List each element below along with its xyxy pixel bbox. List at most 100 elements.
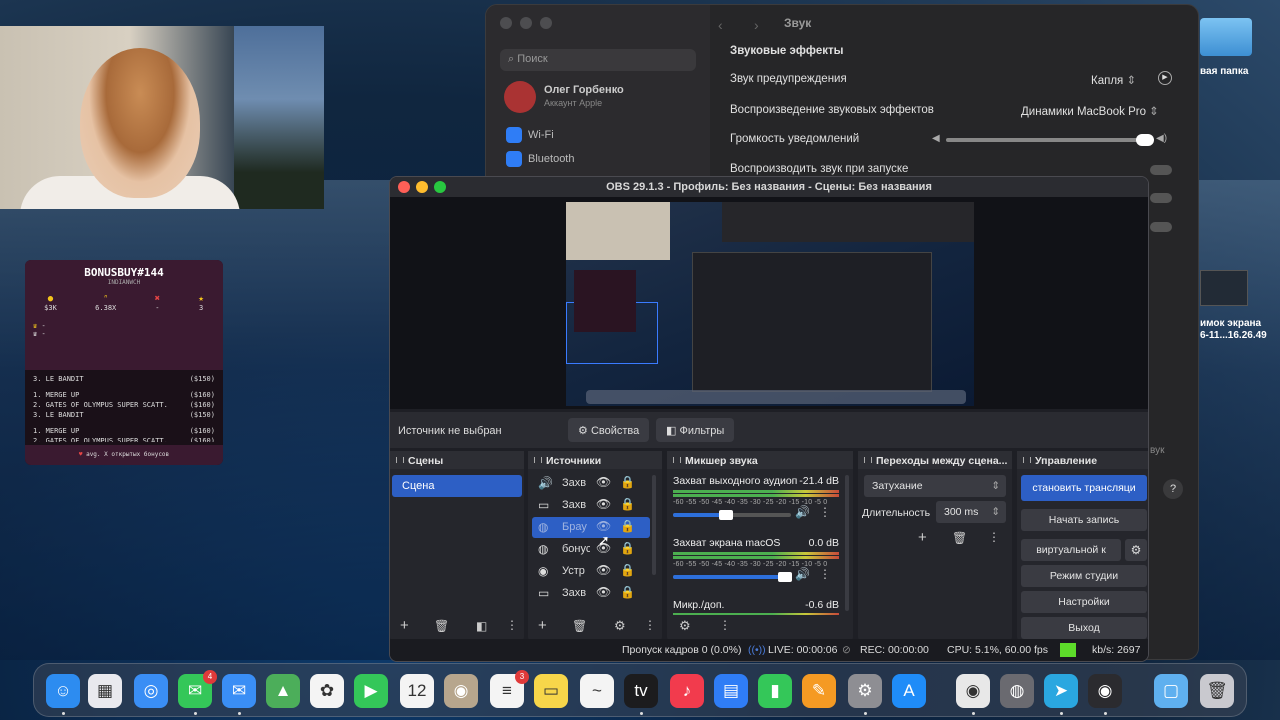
close-button[interactable] <box>500 17 512 29</box>
slider-knob[interactable] <box>1136 134 1154 146</box>
user-account[interactable]: Аккаунт Apple <box>544 98 602 108</box>
sidebar-item-bluetooth[interactable]: Bluetooth <box>506 151 574 167</box>
eye-icon[interactable]: 👁 <box>596 519 611 533</box>
music-icon[interactable]: ♪ <box>670 674 704 708</box>
close-button[interactable] <box>398 181 410 193</box>
source-item[interactable]: ▭ Захв 👁 🔒 <box>532 495 650 516</box>
lock-icon[interactable]: 🔒 <box>620 497 635 511</box>
more-icon[interactable]: ⋮ <box>819 505 831 519</box>
source-item[interactable]: ◉ Устр 👁 🔒 <box>532 561 650 582</box>
record-button[interactable]: Начать запись <box>1021 509 1147 531</box>
filters-button[interactable]: ◧ Фильтры <box>656 418 735 442</box>
more-icon[interactable]: ⋮ <box>719 618 731 632</box>
minimize-button[interactable] <box>520 17 532 29</box>
gear-icon[interactable]: ⚙ <box>614 618 626 634</box>
disk-utility-icon[interactable]: ◍ <box>1000 674 1034 708</box>
lock-icon[interactable]: 🔒 <box>620 519 635 533</box>
notification-volume-slider[interactable] <box>946 138 1148 142</box>
exit-button[interactable]: Выход <box>1021 617 1147 639</box>
virtual-camera-button[interactable]: виртуальной к <box>1021 539 1121 561</box>
notes-icon[interactable]: ▭ <box>534 674 568 708</box>
settings-search-input[interactable]: ⌕ Поиск <box>500 49 696 71</box>
numbers-icon[interactable]: ▮ <box>758 674 792 708</box>
user-name[interactable]: Олег Горбенко <box>544 84 624 96</box>
startup-sound-toggle[interactable] <box>1150 165 1172 175</box>
more-icon[interactable]: ⋮ <box>819 567 831 581</box>
keynote-icon[interactable]: ▤ <box>714 674 748 708</box>
photos-icon[interactable]: ✿ <box>310 674 344 708</box>
system-settings-icon[interactable]: ⚙ <box>848 674 882 708</box>
downloads-folder-icon[interactable]: ▢ <box>1154 674 1188 708</box>
launchpad-icon[interactable]: ▦ <box>88 674 122 708</box>
zoom-button[interactable] <box>540 17 552 29</box>
toggle[interactable] <box>1150 222 1172 232</box>
back-button[interactable]: ‹ <box>718 17 723 33</box>
more-icon[interactable]: ⋮ <box>506 618 518 632</box>
preview-area[interactable] <box>390 197 1148 409</box>
messages-icon[interactable]: ✉ 4 <box>178 670 217 708</box>
advanced-audio-icon[interactable]: ⚙ <box>679 618 691 634</box>
safari-icon[interactable]: ◎ <box>134 674 168 708</box>
facetime-icon[interactable]: ▶ <box>354 674 388 708</box>
trash-icon[interactable]: 🗑 <box>572 619 587 633</box>
desktop-screenshot-date[interactable]: 6-11...16.26.49 <box>1200 330 1267 341</box>
telegram-icon[interactable]: ➤ <box>1044 674 1078 708</box>
contacts-icon[interactable]: ◉ <box>444 674 478 708</box>
scrollbar[interactable] <box>845 475 849 611</box>
duration-input[interactable]: 300 ms ⇕ <box>936 501 1006 523</box>
mail-icon[interactable]: ✉ <box>222 674 256 708</box>
eye-icon[interactable]: 👁 <box>596 585 611 599</box>
calendar-icon[interactable]: 12 <box>400 674 434 708</box>
desktop-screenshot-label[interactable]: имок экрана <box>1200 318 1261 329</box>
source-item-selected[interactable]: ◍ Брау 👁 🔒 <box>532 517 650 538</box>
trash-icon[interactable]: 🗑 <box>1200 674 1234 708</box>
source-item[interactable]: ◍ бонус 👁 🔒 <box>532 539 650 560</box>
lock-icon[interactable]: 🔒 <box>620 541 635 555</box>
lock-icon[interactable]: 🔒 <box>620 563 635 577</box>
scene-item[interactable]: Сцена <box>392 475 522 497</box>
sidebar-item-wifi[interactable]: Wi-Fi <box>506 127 554 143</box>
studio-mode-button[interactable]: Режим студии <box>1021 565 1147 587</box>
preview-canvas[interactable] <box>566 202 974 406</box>
eye-icon[interactable]: 👁 <box>596 475 611 489</box>
forward-button[interactable]: › <box>754 17 759 33</box>
finder-icon[interactable]: ☺ <box>46 674 80 708</box>
speaker-icon[interactable]: 🔊 <box>795 505 810 519</box>
toggle[interactable] <box>1150 193 1172 203</box>
source-item[interactable]: 🔊 Захв 👁 🔒 <box>532 473 650 494</box>
help-button[interactable]: ? <box>1163 479 1183 499</box>
add-icon[interactable]: + <box>400 617 409 634</box>
trash-icon[interactable]: 🗑 <box>434 619 449 633</box>
speaker-icon[interactable]: 🔊 <box>795 567 810 581</box>
freeform-icon[interactable]: ~ <box>580 674 614 708</box>
transition-select[interactable]: Затухание ⇕ <box>864 475 1006 497</box>
add-icon[interactable]: + <box>538 617 547 634</box>
source-item[interactable]: ▭ Захв 👁 🔒 <box>532 583 650 604</box>
gear-icon[interactable]: ⚙ <box>1125 539 1147 561</box>
volume-slider[interactable] <box>673 510 791 520</box>
scrollbar[interactable] <box>652 475 656 575</box>
lock-icon[interactable]: 🔒 <box>620 585 635 599</box>
zoom-button[interactable] <box>434 181 446 193</box>
avatar[interactable] <box>504 81 536 113</box>
volume-slider[interactable] <box>673 572 793 582</box>
desktop-screenshot-icon[interactable] <box>1200 270 1248 306</box>
settings-button[interactable]: Настройки <box>1021 591 1147 613</box>
more-icon[interactable]: ⋮ <box>988 530 1000 544</box>
more-icon[interactable]: ⋮ <box>644 618 656 632</box>
desktop-folder-label[interactable]: вая папка <box>1200 66 1248 77</box>
app-store-icon[interactable]: A <box>892 674 926 708</box>
alert-sound-select[interactable]: Капля ⇕ <box>1091 73 1136 87</box>
maps-icon[interactable]: ▲ <box>266 674 300 708</box>
pages-icon[interactable]: ✎ <box>802 674 836 708</box>
lock-icon[interactable]: 🔒 <box>620 475 635 489</box>
tv-icon[interactable]: tv <box>624 674 658 708</box>
add-icon[interactable]: + <box>918 529 927 546</box>
chrome-icon[interactable]: ◉ <box>956 674 990 708</box>
effects-output-select[interactable]: Динамики MacBook Pro ⇕ <box>1021 104 1159 118</box>
eye-icon[interactable]: 👁 <box>596 497 611 511</box>
desktop-folder-icon[interactable] <box>1200 18 1252 56</box>
properties-button[interactable]: ⚙ Свойства <box>568 418 650 442</box>
obs-icon[interactable]: ◉ <box>1088 674 1122 708</box>
eye-icon[interactable]: 👁 <box>596 563 611 577</box>
